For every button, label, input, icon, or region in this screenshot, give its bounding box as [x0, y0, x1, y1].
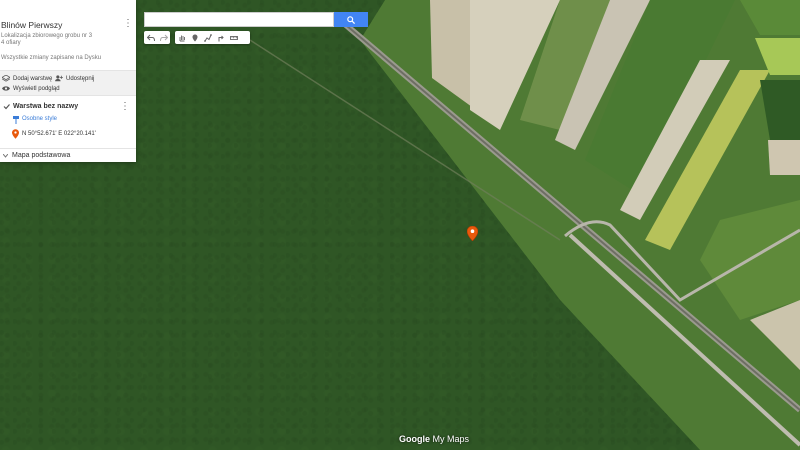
draw-line-icon: [203, 33, 212, 42]
map-description-sub: 4 ofiary: [1, 40, 21, 46]
add-marker-icon: [192, 34, 197, 41]
redo-button[interactable]: [157, 31, 170, 44]
search-button[interactable]: [334, 12, 368, 27]
add-layer-button[interactable]: Dodaj warstwę: [2, 75, 52, 82]
layers-icon: [2, 75, 10, 82]
preview-button[interactable]: Wyświetl podgląd: [2, 85, 60, 92]
undo-icon: [146, 34, 155, 41]
location-marker[interactable]: [466, 225, 479, 242]
google-my-maps-logo: Google My Maps: [399, 434, 469, 444]
chevron-down-icon: [3, 154, 8, 158]
basemap-label: Mapa podstawowa: [12, 152, 71, 159]
save-status: Wszystkie zmiany zapisane na Dysku: [1, 55, 102, 61]
measure-button[interactable]: [227, 31, 240, 44]
search-icon: [347, 15, 355, 24]
add-layer-label: Dodaj warstwę: [13, 75, 53, 82]
add-person-icon: [55, 75, 63, 82]
map-pin-icon: [466, 225, 479, 242]
eye-icon: [2, 86, 10, 91]
layer-options-icon[interactable]: ⋮: [120, 102, 130, 112]
map-actions-bar: Dodaj warstwę Udostępnij Wyświetl podglą…: [0, 70, 136, 96]
point-marker-icon: [12, 129, 19, 139]
hand-icon: [179, 35, 185, 41]
drawing-toolbar: [175, 31, 250, 44]
layer-name[interactable]: Warstwa bez nazwy: [13, 103, 78, 110]
directions-button[interactable]: [214, 31, 227, 44]
field-strip: [768, 140, 800, 175]
draw-line-button[interactable]: [201, 31, 214, 44]
add-marker-button[interactable]: [188, 31, 201, 44]
select-tool-button[interactable]: [175, 31, 188, 44]
map-title[interactable]: Blinów Pierwszy: [1, 20, 62, 30]
google-wordmark: Google: [399, 434, 430, 444]
share-label: Udostępnij: [66, 75, 95, 82]
map-description: Lokalizacja zbiorowego grobu nr 3: [1, 33, 93, 39]
share-button[interactable]: Udostępnij: [55, 75, 94, 82]
map-options-icon[interactable]: ⋮: [123, 19, 133, 29]
my-maps-wordmark: My Maps: [432, 434, 470, 444]
basemap-section[interactable]: Mapa podstawowa: [0, 148, 136, 162]
undo-button[interactable]: [144, 31, 157, 44]
redo-icon: [159, 34, 168, 41]
layer-checkbox-checked-icon[interactable]: [3, 103, 10, 110]
preview-label: Wyświetl podgląd: [13, 85, 60, 92]
individual-styles-link[interactable]: Osobne style: [22, 116, 57, 122]
history-toolbar: [144, 31, 170, 44]
directions-icon: [218, 35, 224, 41]
search-input[interactable]: [144, 12, 334, 27]
map-legend-panel: Blinów Pierwszy ⋮ Lokalizacja zbiorowego…: [0, 0, 136, 162]
paint-roller-icon: [13, 116, 19, 124]
point-item[interactable]: N 50°52.671' E 022°20.141': [22, 131, 96, 137]
ruler-icon: [229, 35, 238, 40]
